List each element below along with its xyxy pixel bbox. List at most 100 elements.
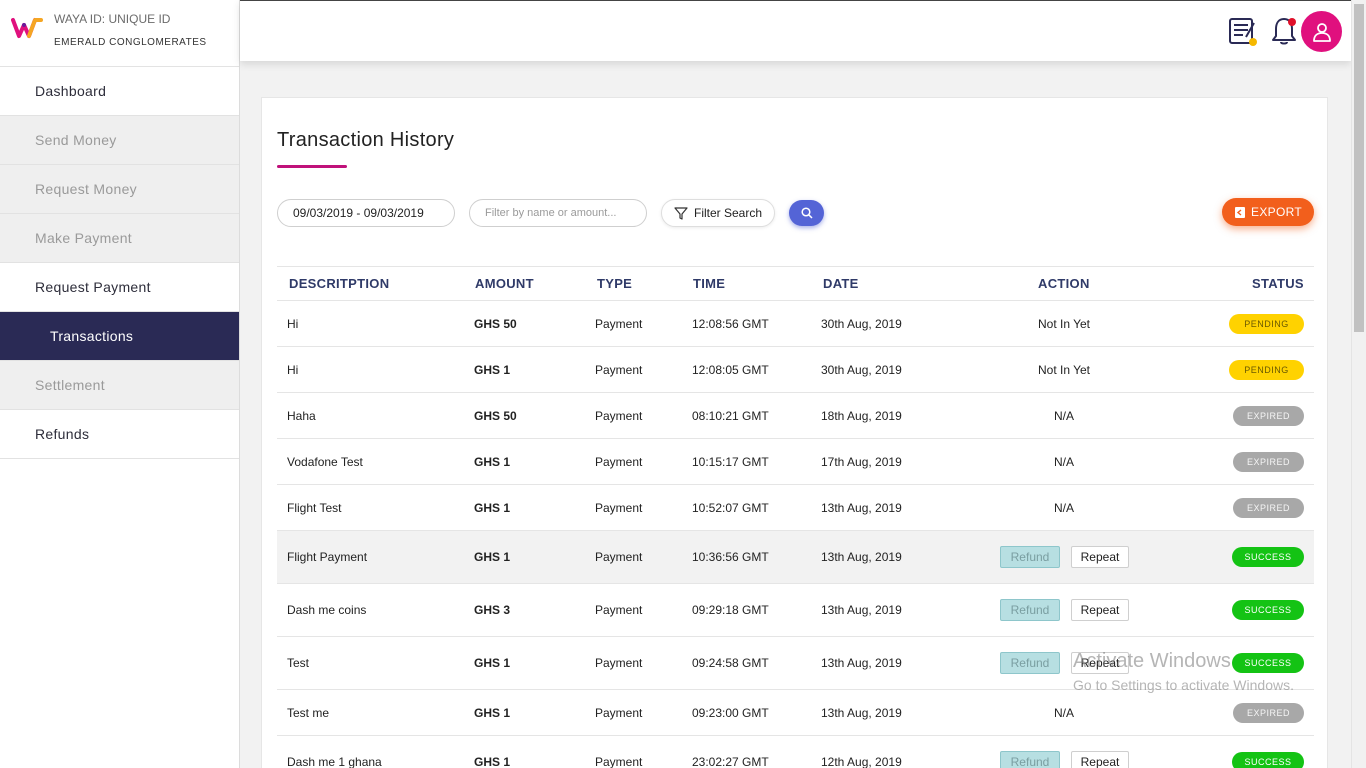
cell-date: 13th Aug, 2019 [821,500,902,515]
table-row[interactable]: Flight Payment GHS 1 Payment 10:36:56 GMT 13… [277,531,1314,584]
cell-date: 30th Aug, 2019 [821,362,902,377]
action-text: N/A [1053,705,1075,720]
cell-description: Test me [287,705,330,720]
cell-type: Payment [595,550,643,564]
search-button[interactable] [789,200,824,226]
export-button[interactable]: EXPORT [1222,198,1314,226]
table-row[interactable]: Test me GHS 1 Payment 09:23:00 GMT 13th Aug,… [277,690,1314,736]
cell-date: 13th Aug, 2019 [821,550,902,564]
cell-date: 13th Aug, 2019 [821,705,902,720]
company-name: EMERALD CONGLOMERATES [54,37,207,48]
user-icon [1312,22,1331,42]
cell-type: Payment [595,454,643,469]
cell-type: Payment [595,603,643,617]
cell-amount: GHS 50 [474,408,517,423]
cell-amount: GHS 1 [474,656,511,670]
table-row[interactable]: Dash me 1 ghana GHS 1 Payment 23:02:27 GMT 1… [277,736,1314,768]
cell-date: 12th Aug, 2019 [821,755,902,768]
cell-type: Payment [595,316,643,331]
cell-description: Hi [287,316,299,331]
sidebar-item-dashboard[interactable]: Dashboard [0,67,239,116]
date-range-picker[interactable]: 09/03/2019 - 09/03/2019 [277,199,455,227]
cell-amount: GHS 1 [474,362,511,377]
waya-logo-icon[interactable] [11,14,43,42]
refund-button[interactable]: Refund [1000,751,1060,768]
cell-type: Payment [595,500,643,515]
cell-description: Test [287,656,310,670]
status-badge: PENDING [1229,359,1304,380]
cell-amount: GHS 1 [474,550,511,564]
repeat-button[interactable]: Repeat [1071,546,1129,568]
sidebar-item-make-payment[interactable]: Make Payment [0,214,239,263]
export-icon [1235,206,1246,218]
table-row[interactable]: Haha GHS 50 Payment 08:10:21 GMT 18th Aug, 2… [277,393,1314,439]
sidebar-nav: Dashboard Send Money Request Money Make Pay… [0,67,239,459]
col-header-date[interactable]: DATE [823,276,859,291]
refund-button[interactable]: Refund [1000,546,1060,568]
export-label: EXPORT [1251,205,1302,219]
action-text: N/A [1053,408,1075,423]
cell-type: Payment [595,755,643,768]
cell-description: Flight Payment [287,550,368,564]
cell-date: 13th Aug, 2019 [821,656,902,670]
cell-amount: GHS 3 [474,603,511,617]
invoice-icon[interactable] [1226,15,1258,47]
cell-type: Payment [595,408,643,423]
cell-time: 12:08:56 GMT [692,316,769,331]
repeat-button[interactable]: Repeat [1071,599,1129,621]
filter-input[interactable] [469,199,647,227]
sidebar-item-transactions[interactable]: Transactions [0,312,239,361]
cell-amount: GHS 50 [474,316,517,331]
cell-amount: GHS 1 [474,705,511,720]
sidebar-item-settlement[interactable]: Settlement [0,361,239,410]
table-row[interactable]: Hi GHS 50 Payment 12:08:56 GMT 30th Aug, 201… [277,301,1314,347]
filter-search-button[interactable]: Filter Search [661,199,775,227]
sidebar-item-send-money[interactable]: Send Money [0,116,239,165]
status-badge: EXPIRED [1233,702,1304,723]
status-badge: SUCCESS [1232,600,1304,620]
filter-search-label: Filter Search [693,206,763,220]
page-title: Transaction History [277,129,455,151]
col-header-type[interactable]: TYPE [597,276,632,291]
status-badge: SUCCESS [1232,653,1304,673]
col-header-action[interactable]: ACTION [1038,276,1090,291]
refund-button[interactable]: Refund [1000,599,1060,621]
sidebar-item-request-payment[interactable]: Request Payment [0,263,239,312]
cell-time: 23:02:27 GMT [692,755,769,768]
col-header-time[interactable]: TIME [693,276,725,291]
bell-icon[interactable] [1268,15,1300,47]
repeat-button[interactable]: Repeat [1071,652,1129,674]
title-underline [277,165,347,168]
table-row[interactable]: Test GHS 1 Payment 09:24:58 GMT 13th Aug, 20… [277,637,1314,690]
scrollbar-thumb[interactable] [1354,4,1364,332]
table-row[interactable]: Dash me coins GHS 3 Payment 09:29:18 GMT 13t… [277,584,1314,637]
top-bar [240,0,1351,61]
cell-description: Hi [287,362,299,377]
sidebar-item-request-money[interactable]: Request Money [0,165,239,214]
refund-button[interactable]: Refund [1000,652,1060,674]
table-row[interactable]: Hi GHS 1 Payment 12:08:05 GMT 30th Aug, 2019… [277,347,1314,393]
cell-time: 10:15:17 GMT [692,454,769,469]
col-header-status[interactable]: STATUS [1252,276,1304,291]
col-header-description[interactable]: DESCRITPTION [289,276,389,291]
action-text: N/A [1053,500,1075,515]
sidebar-item-refunds[interactable]: Refunds [0,410,239,459]
repeat-button[interactable]: Repeat [1071,751,1129,768]
transaction-history-card: Transaction History 09/03/2019 - 09/03/2… [261,97,1328,768]
page-scrollbar[interactable] [1351,0,1366,768]
cell-description: Flight Test [287,500,342,515]
table-row[interactable]: Vodafone Test GHS 1 Payment 10:15:17 GMT 17t… [277,439,1314,485]
cell-date: 17th Aug, 2019 [821,454,902,469]
cell-description: Dash me 1 ghana [287,755,382,768]
filter-icon [674,206,688,220]
user-avatar[interactable] [1301,11,1342,52]
cell-time: 10:36:56 GMT [692,550,769,564]
cell-description: Dash me coins [287,603,367,617]
col-header-amount[interactable]: AMOUNT [475,276,534,291]
search-icon [800,207,813,219]
table-row[interactable]: Flight Test GHS 1 Payment 10:52:07 GMT 13th … [277,485,1314,531]
cell-time: 08:10:21 GMT [692,408,769,423]
cell-amount: GHS 1 [474,500,511,515]
status-badge: SUCCESS [1232,752,1304,768]
cell-description: Haha [287,408,316,423]
